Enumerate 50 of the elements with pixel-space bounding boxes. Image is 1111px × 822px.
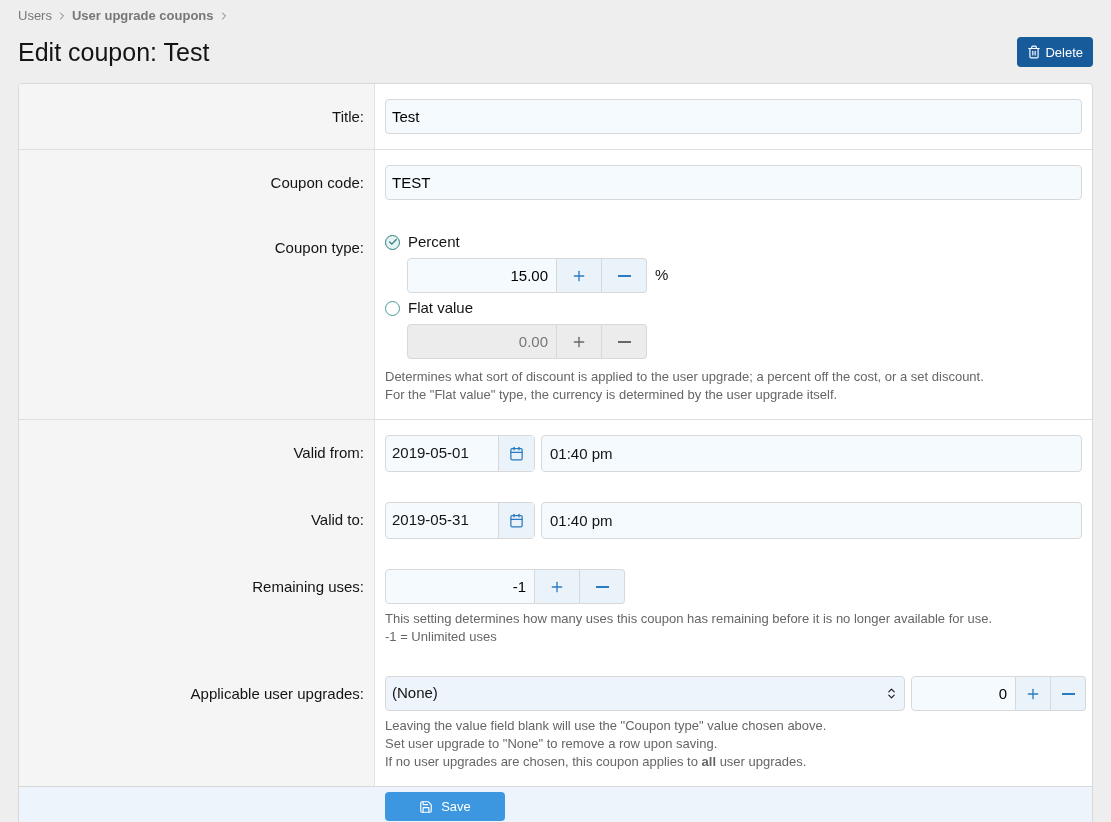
date-field[interactable]: 2019-05-01	[385, 435, 535, 472]
decrement-button[interactable]	[1051, 676, 1086, 711]
calendar-button[interactable]	[498, 503, 534, 538]
number-field[interactable]: 0	[911, 676, 1016, 711]
radio-button[interactable]	[385, 300, 400, 316]
hint-text: -1 = Unlimited uses	[385, 628, 498, 646]
radio-button[interactable]	[385, 234, 400, 250]
calendar-button[interactable]	[498, 436, 534, 471]
breadcrumb-link[interactable]: Users	[18, 6, 52, 26]
date-field[interactable]: 2019-05-31	[385, 502, 535, 539]
field-label: Valid from:	[293, 443, 364, 463]
increment-button[interactable]	[535, 569, 580, 604]
hint-text: This setting determines how many uses this coupon has remaining before it is no longer available for use.	[385, 610, 993, 628]
text-field[interactable]: TEST	[385, 165, 1082, 200]
save-icon	[419, 799, 434, 814]
field-label: Remaining uses:	[252, 577, 364, 597]
hint-text: Determines what sort of discount is applied to the user upgrade; a percent off the cost, or a set discount.	[385, 368, 985, 386]
minus-icon	[1061, 692, 1075, 695]
check-icon	[387, 237, 398, 247]
radio-label: Flat value	[408, 297, 474, 318]
radio-label: Percent	[408, 231, 460, 252]
hint-text: Set user upgrade to "None" to remove a row upon saving.	[385, 735, 719, 753]
minus-icon	[595, 585, 609, 588]
increment-button[interactable]	[1016, 676, 1051, 711]
field-label: Title:	[332, 107, 364, 127]
hint-text: Leaving the value field blank will use the "Coupon type" value chosen above.	[385, 717, 828, 735]
field-label: Applicable user upgrades:	[190, 684, 364, 704]
calendar-icon	[509, 513, 524, 528]
time-field[interactable]: 01:40 pm	[541, 435, 1082, 472]
hint-text: For the "Flat value" type, the currency is determined by the user upgrade itself.	[385, 386, 839, 404]
minus-icon	[617, 340, 631, 343]
field-label: Valid to:	[310, 510, 364, 530]
field-label: Coupon code:	[270, 173, 364, 193]
increment-button[interactable]	[557, 324, 602, 359]
trash-icon	[1027, 45, 1042, 60]
increment-button[interactable]	[557, 258, 602, 293]
hint-text: If no user upgrades are chosen, this coupon applies to all user upgrades.	[385, 753, 808, 771]
time-field[interactable]: 01:40 pm	[541, 502, 1082, 539]
field-label: Coupon type:	[274, 238, 364, 258]
delete-button[interactable]: Delete	[1017, 37, 1093, 68]
calendar-icon	[509, 446, 524, 461]
minus-icon	[617, 274, 631, 277]
number-field[interactable]: -1	[385, 569, 535, 604]
unit-text: %	[655, 265, 669, 286]
select-arrows-icon	[885, 687, 898, 700]
number-field[interactable]: 15.00	[407, 258, 557, 293]
breadcrumb-link[interactable]: User upgrade coupons	[71, 6, 214, 26]
page-title: Edit coupon: Test	[18, 36, 210, 68]
text-field[interactable]: Test	[385, 99, 1082, 134]
upgrade-select[interactable]: (None)	[385, 676, 905, 711]
